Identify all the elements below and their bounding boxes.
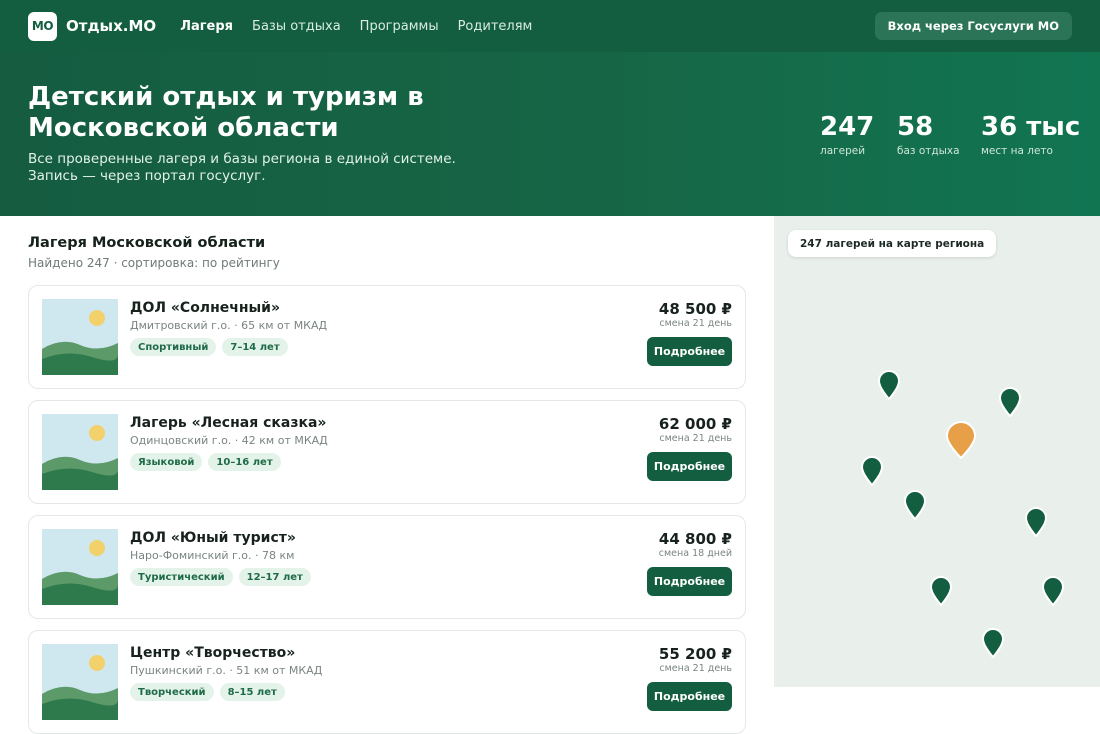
camp-shift: смена 21 день [659,663,732,674]
details-button[interactable]: Подробнее [647,337,732,366]
stat-value: 58 [897,112,934,142]
list-meta: Найдено 247 · сортировка: по рейтингу [28,256,280,270]
tag-type: Туристический [130,568,233,586]
tag-age: 8–15 лет [219,683,285,701]
stat-value: 247 [820,112,875,142]
top-nav: МО Отдых.МО Лагеря Базы отдыха Программы… [0,0,1100,52]
camp-card[interactable]: ДОЛ «Солнечный» Дмитровский г.о. · 65 км… [28,285,746,389]
camp-tags: Туристический 12–17 лет [130,568,311,586]
camp-thumbnail [42,414,118,490]
camp-price: 55 200 ₽ [658,645,732,663]
tag-type: Языковой [130,453,203,471]
camp-tags: Спортивный 7–14 лет [130,338,288,356]
logo-text[interactable]: Отдых.МО [66,17,156,35]
camp-tags: Творческий 8–15 лет [130,683,285,701]
camp-name[interactable]: ДОЛ «Солнечный» [130,300,280,316]
camp-tags: Языковой 10–16 лет [130,453,281,471]
stat-camps: 247 лагерей [820,112,874,157]
tag-age: 12–17 лет [238,568,311,586]
nav-link-programs[interactable]: Программы [360,19,439,34]
tag-age: 7–14 лет [222,338,288,356]
hero-subtitle: Все проверенные лагеря и базы региона в … [28,151,456,184]
camp-list: Лагеря Московской области Найдено 247 · … [0,216,774,734]
map-count-chip: 247 лагерей на карте региона [788,230,997,257]
camp-thumbnail [42,529,118,605]
stat-places: 36 тыс мест на лето [981,112,1080,157]
map-pin-icon[interactable] [998,387,1022,417]
camp-price: 48 500 ₽ [658,300,732,318]
tag-type: Спортивный [130,338,217,356]
camp-thumbnail [42,299,118,375]
hero-title: Детский отдых и туризм в Московской обла… [28,82,424,143]
camp-location: Дмитровский г.о. · 65 км от МКАД [130,319,328,332]
stat-bases: 58 баз отдыха [897,112,960,157]
list-title: Лагеря Московской области [28,235,266,251]
camp-shift: смена 21 день [659,433,732,444]
hero-banner: Детский отдых и туризм в Московской обла… [0,52,1100,216]
stat-label: баз отдыха [897,145,960,157]
map-pin-highlighted-icon[interactable] [945,421,977,459]
region-map[interactable]: 247 лагерей на карте региона [774,216,1100,687]
camp-name[interactable]: ДОЛ «Юный турист» [130,530,296,546]
details-button[interactable]: Подробнее [647,682,732,711]
camp-card[interactable]: Центр «Творчество» Пушкинский г.о. · 51 … [28,630,746,734]
map-pin-icon[interactable] [860,456,884,486]
tag-age: 10–16 лет [208,453,281,471]
camp-name[interactable]: Лагерь «Лесная сказка» [130,415,326,431]
camp-thumbnail [42,644,118,720]
map-pin-icon[interactable] [903,490,927,520]
nav-link-camps[interactable]: Лагеря [180,19,233,34]
logo-badge[interactable]: МО [28,11,57,41]
map-pin-icon[interactable] [1024,507,1048,537]
nav-link-bases[interactable]: Базы отдыха [252,19,341,34]
nav-link-parents[interactable]: Родителям [458,19,533,34]
details-button[interactable]: Подробнее [647,567,732,596]
map-pin-icon[interactable] [929,576,953,606]
map-pin-icon[interactable] [981,628,1005,658]
camp-price: 44 800 ₽ [658,530,732,548]
camp-shift: смена 18 дней [658,548,732,559]
stat-label: лагерей [820,145,866,157]
camp-card[interactable]: Лагерь «Лесная сказка» Одинцовский г.о. … [28,400,746,504]
camp-name[interactable]: Центр «Творчество» [130,645,295,661]
camp-card[interactable]: ДОЛ «Юный турист» Наро-Фоминский г.о. · … [28,515,746,619]
gosuslugi-login-button[interactable]: Вход через Госуслуги МО [874,12,1072,40]
stat-label: мест на лето [981,145,1053,157]
stat-value: 36 тыс [981,112,1081,142]
camp-location: Пушкинский г.о. · 51 км от МКАД [130,664,323,677]
camp-location: Наро-Фоминский г.о. · 78 км [130,549,295,562]
camp-shift: смена 21 день [659,318,732,329]
tag-type: Творческий [130,683,214,701]
map-pin-icon[interactable] [1041,576,1065,606]
camp-location: Одинцовский г.о. · 42 км от МКАД [130,434,328,447]
camp-price: 62 000 ₽ [658,415,732,433]
map-pin-icon[interactable] [877,370,901,400]
details-button[interactable]: Подробнее [647,452,732,481]
